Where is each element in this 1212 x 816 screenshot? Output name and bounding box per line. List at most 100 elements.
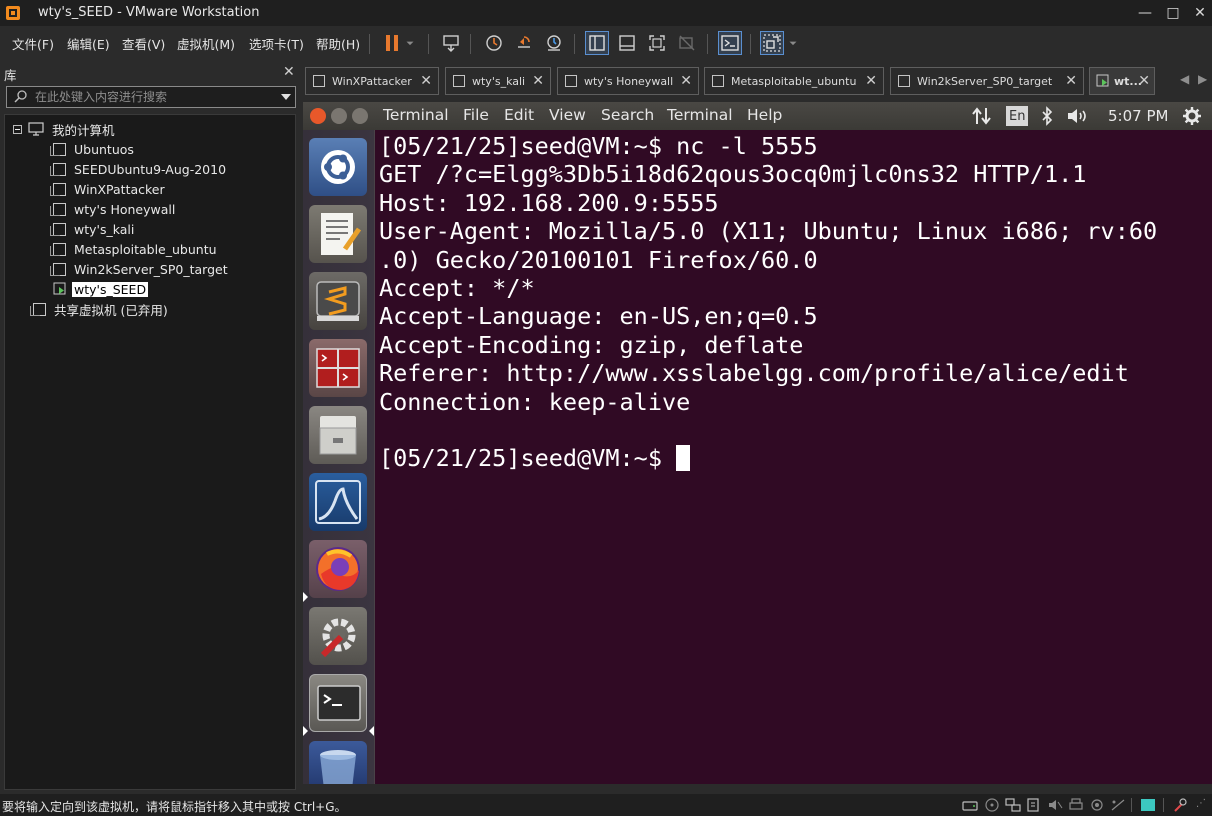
bluetooth-icon[interactable]: [1041, 105, 1053, 127]
tab-metasploitable-ubuntu[interactable]: Metasploitable_ubuntu ✕: [704, 67, 884, 95]
tab-wtys-kali[interactable]: wty's_kali ✕: [445, 67, 551, 95]
launcher-ubuntu-dash[interactable]: [309, 138, 367, 196]
menu-vm[interactable]: 虚拟机(M): [177, 34, 235, 53]
tree-node-vm[interactable]: SEEDUbuntu9-Aug-2010: [50, 160, 228, 178]
usb-device-icon[interactable]: [1025, 798, 1041, 812]
collapse-toggle[interactable]: [13, 124, 22, 134]
launcher-file-manager[interactable]: [309, 406, 367, 464]
launcher-sublime-text[interactable]: [309, 272, 367, 330]
guest-menu-terminal[interactable]: Terminal: [667, 106, 733, 124]
computer-icon: [28, 122, 44, 136]
tab-scroll-right-button[interactable]: ▶: [1198, 72, 1207, 86]
volume-icon[interactable]: [1066, 105, 1092, 127]
thumbnail-bar-button[interactable]: [615, 31, 639, 55]
power-dropdown[interactable]: [403, 31, 417, 55]
library-close-button[interactable]: ✕: [283, 64, 295, 80]
tree-node-shared-vms[interactable]: 共享虚拟机 (已弃用): [30, 300, 170, 318]
display-icon[interactable]: [1110, 798, 1126, 812]
camera-icon[interactable]: [1089, 798, 1105, 812]
launcher-terminal[interactable]: [309, 674, 367, 732]
revert-snapshot-button[interactable]: [512, 31, 536, 55]
chevron-down-icon: [406, 41, 414, 46]
guest-close-icon[interactable]: [310, 108, 326, 124]
tab-wtys-seed[interactable]: wt... ✕: [1089, 67, 1155, 95]
tree-node-vm[interactable]: WinXPattacker: [50, 180, 167, 198]
tab-win2kserver-sp0-target[interactable]: Win2kServer_SP0_target ✕: [890, 67, 1084, 95]
menu-tabs[interactable]: 选项卡(T): [249, 34, 304, 53]
tree-node-vm[interactable]: wty's Honeywall: [50, 200, 177, 218]
tab-scroll-left-button[interactable]: ◀: [1180, 72, 1189, 86]
guest-menu-view[interactable]: View: [549, 106, 586, 124]
console-view-button[interactable]: [718, 31, 742, 55]
keyboard-layout-indicator[interactable]: En: [1006, 106, 1029, 126]
guest-menu-search[interactable]: Search: [601, 106, 654, 124]
console-icon: [721, 35, 739, 51]
launcher-text-editor[interactable]: [309, 205, 367, 263]
tree-node-vm[interactable]: Metasploitable_ubuntu: [50, 240, 219, 258]
cd-dvd-icon[interactable]: [984, 798, 1000, 812]
printer-icon[interactable]: [1068, 798, 1084, 812]
guest-top-panel: Terminal File Edit View Search Terminal …: [303, 102, 1212, 130]
minimize-button[interactable]: —: [1135, 3, 1155, 23]
menu-file[interactable]: 文件(F): [12, 34, 54, 53]
clock[interactable]: 5:07 PM: [1108, 105, 1168, 127]
guest-menu-file[interactable]: File: [463, 106, 489, 124]
terminal-grid-icon: [316, 348, 360, 388]
menu-help[interactable]: 帮助(H): [316, 34, 360, 53]
suspend-button[interactable]: [380, 31, 404, 55]
message-log-icon[interactable]: [1140, 798, 1156, 812]
sound-card-icon[interactable]: [1047, 798, 1063, 812]
tab-close-button[interactable]: ✕: [865, 73, 877, 89]
bluetooth-glyph-icon: [1042, 106, 1053, 126]
tab-winxpattacker[interactable]: WinXPattacker ✕: [305, 67, 439, 95]
settings-gear-icon[interactable]: [1182, 105, 1202, 127]
tab-close-button[interactable]: ✕: [420, 73, 432, 89]
stretch-dropdown[interactable]: [786, 31, 800, 55]
snapshot-manager-button[interactable]: [542, 31, 566, 55]
guest-maximize-icon[interactable]: [352, 108, 368, 124]
send-ctrl-alt-del-button[interactable]: [439, 31, 463, 55]
tree-node-vm[interactable]: Ubuntuos: [50, 140, 136, 158]
status-bar: 要将输入定向到该虚拟机，请将鼠标指针移入其中或按 Ctrl+G。 ⋰: [0, 794, 1212, 816]
guest-minimize-icon[interactable]: [331, 108, 347, 124]
launcher-system-settings[interactable]: [309, 607, 367, 665]
tree-label: wty's_kali: [74, 221, 135, 237]
menu-view[interactable]: 查看(V): [122, 34, 165, 53]
launcher-firefox[interactable]: [309, 540, 367, 598]
tree-label: 共享虚拟机 (已弃用): [54, 302, 168, 318]
tab-wtys-honeywall[interactable]: wty's Honeywall ✕: [557, 67, 699, 95]
network-adapter-icon[interactable]: [1005, 798, 1021, 812]
close-button[interactable]: ✕: [1190, 3, 1210, 23]
terminal-output[interactable]: [05/21/25]seed@VM:~$ nc -l 5555 GET /?c=E…: [379, 132, 1209, 782]
unity-mode-button[interactable]: [675, 31, 699, 55]
launcher-trash[interactable]: [309, 741, 367, 784]
take-snapshot-button[interactable]: [482, 31, 506, 55]
resize-grip-icon[interactable]: ⋰: [1196, 798, 1208, 812]
tree-node-vm-selected[interactable]: wty's_SEED: [53, 280, 149, 298]
guest-menu-edit[interactable]: Edit: [504, 106, 534, 124]
guest-display[interactable]: Terminal File Edit View Search Terminal …: [303, 102, 1212, 784]
terminal-line: [05/21/25]seed@VM:~$ nc -l 5555: [379, 132, 818, 160]
stretch-guest-button[interactable]: [760, 31, 784, 55]
toolbar-separator: [750, 34, 751, 54]
tree-node-my-computer[interactable]: 我的计算机: [13, 120, 117, 138]
network-icon[interactable]: [971, 105, 993, 127]
show-library-button[interactable]: [585, 31, 609, 55]
tree-node-vm[interactable]: wty's_kali: [50, 220, 136, 238]
tab-close-button[interactable]: ✕: [1138, 73, 1150, 89]
vm-icon: [453, 75, 465, 87]
menu-edit[interactable]: 编辑(E): [67, 34, 110, 53]
vm-settings-icon[interactable]: [1172, 798, 1188, 812]
tree-node-vm[interactable]: Win2kServer_SP0_target: [50, 260, 230, 278]
tab-close-button[interactable]: ✕: [532, 73, 544, 89]
launcher-wireshark[interactable]: [309, 473, 367, 531]
library-search-input[interactable]: [35, 89, 275, 105]
guest-menu-help[interactable]: Help: [747, 106, 782, 124]
hard-disk-icon[interactable]: [962, 798, 978, 812]
launcher-terminator[interactable]: [309, 339, 367, 397]
tab-close-button[interactable]: ✕: [1065, 73, 1077, 89]
tab-close-button[interactable]: ✕: [680, 73, 692, 89]
maximize-button[interactable]: □: [1163, 3, 1183, 23]
search-dropdown-arrow[interactable]: [281, 94, 291, 100]
full-screen-button[interactable]: [645, 31, 669, 55]
